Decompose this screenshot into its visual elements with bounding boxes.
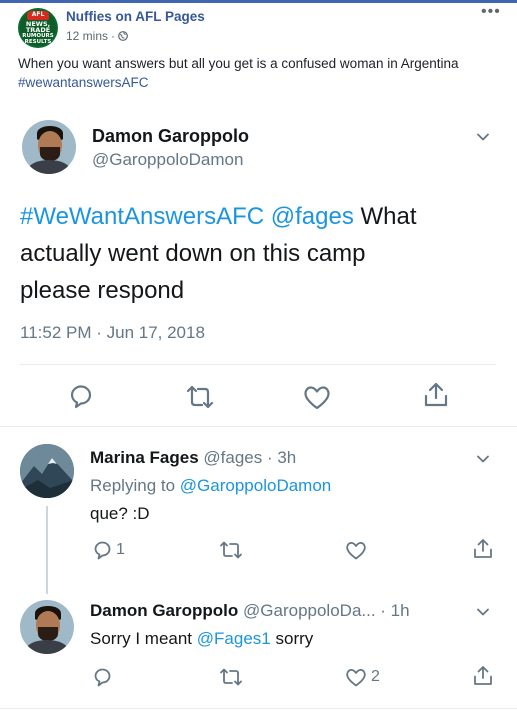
chevron-down-icon[interactable] — [476, 130, 490, 144]
retweet-icon[interactable] — [218, 540, 244, 560]
reply1-text: que? :D — [90, 504, 150, 523]
reply2-header: Damon Garoppolo @GaroppoloDa... · 1h — [90, 601, 410, 621]
author-avatar[interactable] — [20, 600, 74, 654]
tweet-screenshot: Damon Garoppolo @GaroppoloDamon #WeWantA… — [0, 98, 517, 715]
post-meta: 12 mins · — [66, 29, 128, 43]
avatar-shirt — [28, 160, 70, 174]
tweet-text-part: What — [360, 203, 417, 230]
like-count: 2 — [371, 668, 380, 685]
divider — [20, 364, 496, 365]
meta-separator: · — [111, 29, 116, 43]
post-text-block: When you want answers but all you get is… — [18, 54, 498, 92]
avatar-beard — [38, 627, 58, 641]
page-avatar[interactable]: AFL NEWS, TRADE RUMOURS RESULTS — [18, 8, 58, 48]
tweet-line-3: please respond — [20, 277, 185, 304]
more-options-icon[interactable]: ••• — [481, 3, 501, 21]
reply2-time[interactable]: · 1h — [380, 601, 409, 620]
reply1-header: Marina Fages @fages · 3h — [90, 448, 296, 468]
post-text: When you want answers but all you get is… — [18, 56, 459, 71]
like-icon[interactable] — [344, 539, 368, 561]
reply2-mention[interactable]: @Fages1 — [197, 629, 271, 648]
tweet-timestamp[interactable]: 11:52 PM · Jun 17, 2018 — [20, 323, 205, 343]
reply1-handle-time[interactable]: @fages · 3h — [203, 448, 296, 467]
divider — [0, 708, 517, 709]
replying-to-label: Replying to — [90, 476, 176, 495]
chevron-down-icon[interactable] — [476, 605, 490, 619]
reply2-author-name[interactable]: Damon Garoppolo — [90, 601, 238, 620]
globe-icon — [118, 31, 128, 41]
post-time[interactable]: 12 mins — [66, 29, 108, 43]
divider — [0, 426, 517, 427]
tweet-text: #WeWantAnswersAFC @fages What actually w… — [20, 198, 500, 309]
share-icon[interactable] — [472, 664, 494, 688]
replier-avatar[interactable] — [20, 444, 74, 498]
avatar-text-1: AFL — [31, 11, 45, 18]
reply-icon[interactable] — [92, 666, 114, 688]
retweet-icon[interactable] — [184, 384, 216, 410]
reply2-text-suffix: sorry — [275, 629, 314, 648]
tweet-line-2: actually went down on this camp — [20, 240, 366, 267]
tweet-line-1: #WeWantAnswersAFC @fages What — [20, 198, 500, 235]
share-icon[interactable] — [422, 380, 450, 410]
retweet-icon[interactable] — [218, 667, 244, 687]
thread-line — [46, 506, 48, 594]
author-avatar[interactable] — [22, 120, 76, 174]
reply1-replying-to: Replying to @GaroppoloDamon — [90, 476, 331, 496]
like-icon[interactable] — [344, 666, 368, 688]
mention-link[interactable]: @fages — [271, 203, 354, 230]
reply-icon[interactable] — [92, 539, 114, 561]
post-hashtag[interactable]: #wewantanswersAFC — [18, 73, 498, 92]
facebook-post-header: AFL NEWS, TRADE RUMOURS RESULTS Nuffies … — [0, 3, 517, 98]
replying-to-link[interactable]: @GaroppoloDamon — [180, 476, 331, 495]
share-icon[interactable] — [472, 537, 494, 561]
page-name[interactable]: Nuffies on AFL Pages — [66, 9, 205, 24]
reply2-text: Sorry I meant @Fages1 sorry — [90, 629, 313, 649]
avatar-beard — [40, 147, 60, 161]
hashtag-link[interactable]: #WeWantAnswersAFC — [20, 203, 264, 230]
reply1-author-name[interactable]: Marina Fages — [90, 448, 199, 467]
author-handle[interactable]: @GaroppoloDamon — [92, 150, 243, 170]
mountain-image — [20, 444, 74, 498]
reply-icon[interactable] — [67, 382, 95, 410]
like-icon[interactable] — [302, 383, 332, 411]
reply-count: 1 — [116, 541, 125, 558]
author-name[interactable]: Damon Garoppolo — [92, 126, 249, 147]
chevron-down-icon[interactable] — [476, 452, 490, 466]
avatar-text-5: RESULTS — [24, 39, 52, 45]
reply2-handle[interactable]: @GaroppoloDa... — [243, 601, 376, 620]
avatar-shirt — [26, 640, 68, 654]
reply2-text-prefix: Sorry I meant — [90, 629, 193, 648]
